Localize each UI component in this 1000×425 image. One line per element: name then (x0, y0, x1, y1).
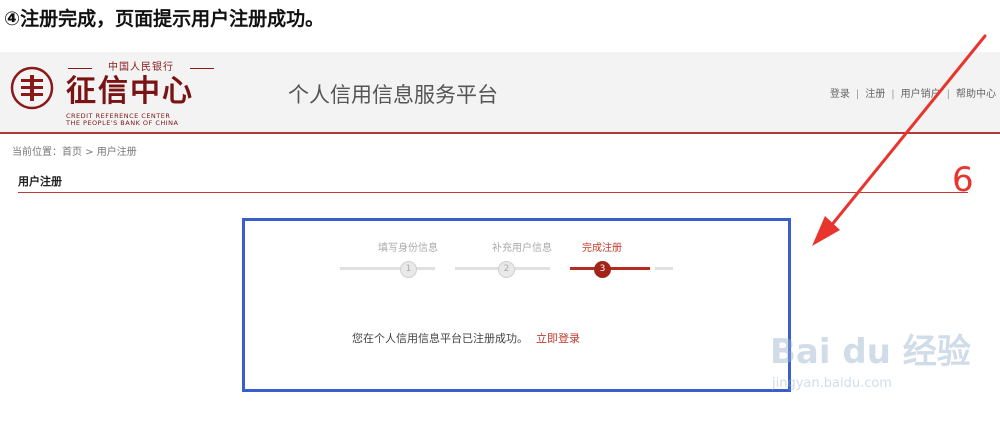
nav-user-logout-link[interactable]: 用户销户 (901, 89, 941, 100)
site-header: 中国人民银行 征信中心 CREDIT REFERENCE CENTER THE … (0, 52, 1000, 134)
breadcrumb-current: 用户注册 (96, 147, 137, 158)
breadcrumb: 当前位置：首页 > 用户注册 (12, 146, 137, 160)
watermark-main-text: Bai du 经验 (770, 332, 971, 372)
breadcrumb-home-link[interactable]: 首页 (62, 147, 82, 158)
nav-help-link[interactable]: 帮助中心 (956, 89, 996, 100)
logo-english-line-2: THE PEOPLE'S BANK OF CHINA (66, 119, 179, 127)
section-divider (18, 192, 968, 193)
platform-title: 个人信用信息服务平台 (288, 83, 498, 107)
watermark-sub-text: jingyan.baidu.com (772, 376, 892, 391)
seal-logo-icon (10, 66, 54, 110)
breadcrumb-separator: > (82, 147, 97, 158)
logo-wordmark: 中国人民银行 征信中心 CREDIT REFERENCE CENTER THE … (66, 62, 226, 127)
logo-top-text: 中国人民银行 (66, 62, 216, 74)
top-nav: 登录 | 注册 | 用户销户 | 帮助中心 (829, 89, 996, 100)
annotation-highlight-box (242, 218, 791, 392)
nav-login-link[interactable]: 登录 (830, 89, 850, 100)
caption-text: ④注册完成，页面提示用户注册成功。 (4, 8, 325, 30)
breadcrumb-prefix: 当前位置： (12, 147, 62, 158)
logo-main-text: 征信中心 (66, 74, 194, 109)
annotation-number: 6 (952, 160, 974, 200)
section-title: 用户注册 (18, 175, 62, 188)
nav-register-link[interactable]: 注册 (865, 89, 885, 100)
baidu-watermark: Bai du 经验 jingyan.baidu.com (762, 320, 982, 410)
